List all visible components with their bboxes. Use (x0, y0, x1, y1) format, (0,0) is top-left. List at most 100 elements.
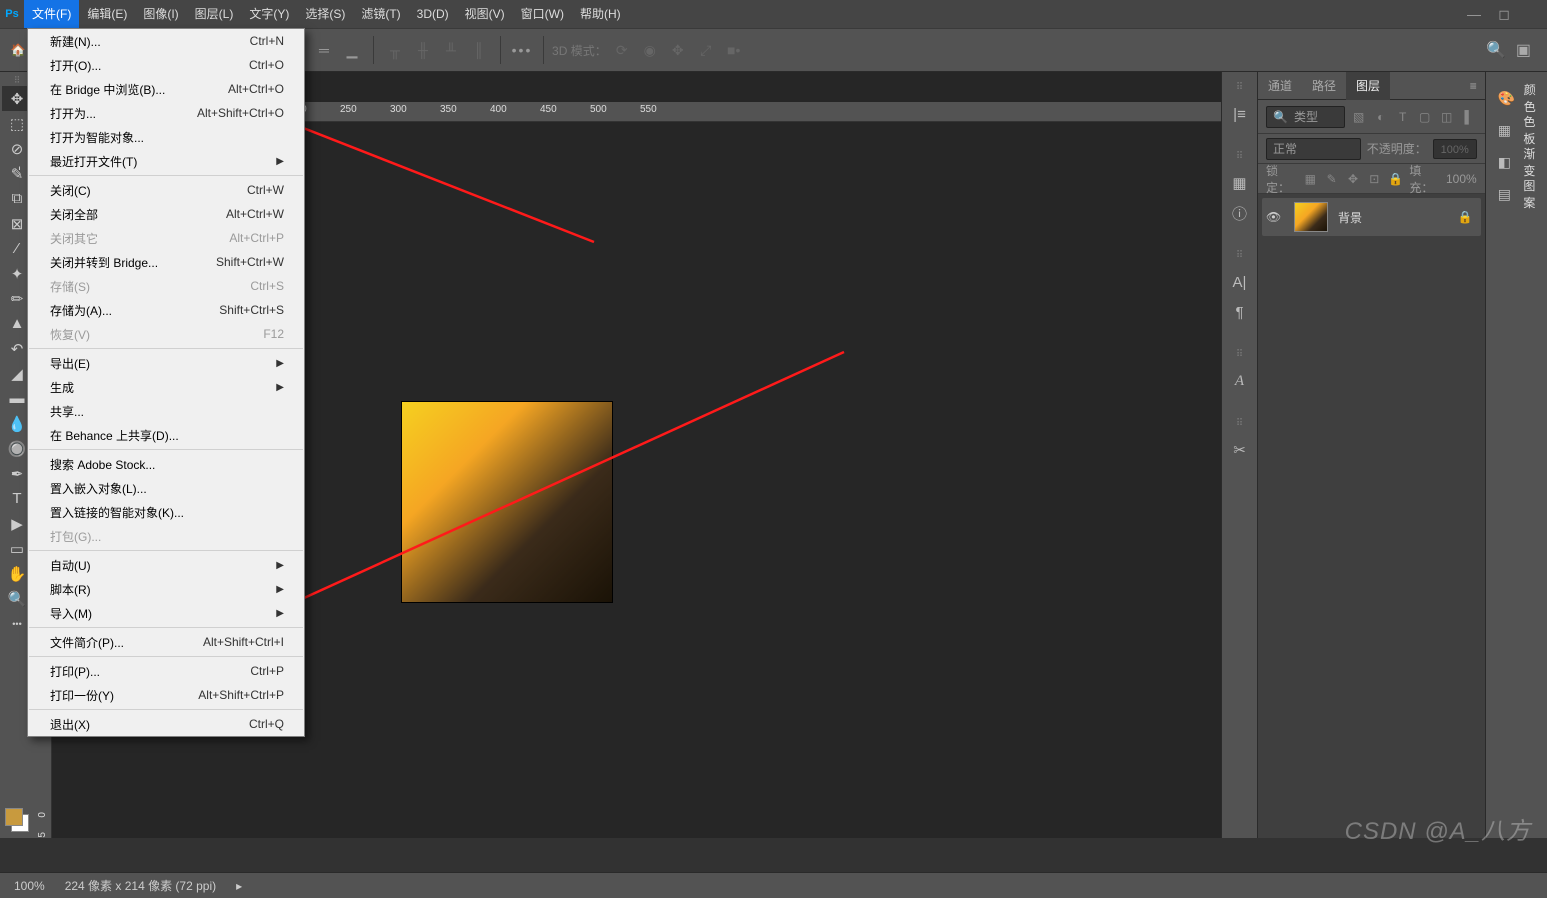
tab-layers[interactable]: 图层 (1346, 72, 1390, 100)
layer-row[interactable]: 👁 背景 🔒 (1262, 198, 1481, 236)
maximize-button[interactable]: ◻ (1489, 6, 1519, 23)
menu-item[interactable]: 打开为...Alt+Shift+Ctrl+O (28, 101, 304, 125)
menu-item[interactable]: 新建(N)...Ctrl+N (28, 29, 304, 53)
menu-item[interactable]: 关闭(C)Ctrl+W (28, 178, 304, 202)
orbit-3d-icon[interactable]: ⟳ (609, 37, 635, 63)
align-bottom-icon[interactable]: ▁ (339, 37, 365, 63)
lock-paint-icon[interactable]: ✎ (1324, 172, 1339, 186)
blend-mode-select[interactable]: 正常 (1266, 138, 1361, 160)
fill-input[interactable]: 100% (1446, 172, 1477, 186)
search-icon[interactable]: 🔍 (1486, 40, 1506, 60)
menu-item[interactable]: 自动(U)▶ (28, 553, 304, 577)
zoom-3d-icon[interactable]: ■• (721, 37, 747, 63)
menu-item[interactable]: 打开为智能对象... (28, 125, 304, 149)
more-icon[interactable]: ••• (509, 37, 535, 63)
adjustments-icon[interactable]: ▦ (1225, 168, 1255, 198)
distribute-vcenter-icon[interactable]: ╫ (410, 37, 436, 63)
info-icon[interactable]: ⓘ (1225, 198, 1255, 228)
tab-paths[interactable]: 路径 (1302, 72, 1346, 100)
gradient-panel-button[interactable]: ◧渐变 (1486, 146, 1547, 178)
minimize-button[interactable]: — (1459, 6, 1489, 23)
menu-item[interactable]: 置入嵌入对象(L)... (28, 476, 304, 500)
filter-smart-icon[interactable]: ◫ (1439, 110, 1455, 124)
pan-3d-icon[interactable]: ✥ (665, 37, 691, 63)
swatches-panel-button[interactable]: ▦色板 (1486, 114, 1547, 146)
lock-transparency-icon[interactable]: ▦ (1303, 172, 1318, 186)
paragraph-icon[interactable]: ¶ (1225, 297, 1255, 327)
layer-thumbnail[interactable] (1294, 202, 1328, 232)
menu-item[interactable]: 关闭并转到 Bridge...Shift+Ctrl+W (28, 250, 304, 274)
lock-all-icon[interactable]: 🔒 (1388, 172, 1403, 186)
color-swatch[interactable] (3, 806, 31, 834)
menu-item[interactable]: 打印(P)...Ctrl+P (28, 659, 304, 683)
opacity-input[interactable]: 100% (1433, 139, 1477, 159)
layer-filter-select[interactable]: 🔍 类型 (1266, 106, 1345, 128)
menu-item: 存储(S)Ctrl+S (28, 274, 304, 298)
spacer (1519, 6, 1547, 23)
visibility-icon[interactable]: 👁 (1266, 210, 1284, 224)
distribute-top-icon[interactable]: ╥ (382, 37, 408, 63)
canvas-document[interactable] (402, 402, 612, 602)
layer-name[interactable]: 背景 (1338, 209, 1448, 226)
menu-help[interactable]: 帮助(H) (572, 0, 629, 28)
color-panel-button[interactable]: 🎨颜色 (1486, 82, 1547, 114)
filter-adjust-icon[interactable]: ◐ (1373, 110, 1389, 124)
menu-item[interactable]: 在 Behance 上共享(D)... (28, 423, 304, 447)
menu-item[interactable]: 在 Bridge 中浏览(B)...Alt+Ctrl+O (28, 77, 304, 101)
lock-position-icon[interactable]: ✥ (1345, 172, 1360, 186)
menu-layer[interactable]: 图层(L) (187, 0, 242, 28)
filter-toggle-icon[interactable]: ▌ (1461, 110, 1477, 124)
menu-item[interactable]: 共享... (28, 399, 304, 423)
workspace-icon[interactable]: ▣ (1516, 40, 1531, 60)
layer-filter-row: 🔍 类型 ▧ ◐ T ▢ ◫ ▌ (1258, 100, 1485, 134)
menu-window[interactable]: 窗口(W) (513, 0, 572, 28)
filter-shape-icon[interactable]: ▢ (1417, 110, 1433, 124)
menu-type[interactable]: 文字(Y) (241, 0, 297, 28)
lock-row: 锁定： ▦ ✎ ✥ ⊡ 🔒 填充： 100% (1258, 164, 1485, 194)
tab-channels[interactable]: 通道 (1258, 72, 1302, 100)
distribute-h-icon[interactable]: ║ (466, 37, 492, 63)
menu-select[interactable]: 选择(S) (297, 0, 353, 28)
menu-file[interactable]: 文件(F) (24, 0, 79, 28)
layer-list: 👁 背景 🔒 (1258, 194, 1485, 838)
menu-item[interactable]: 脚本(R)▶ (28, 577, 304, 601)
menu-item[interactable]: 最近打开文件(T)▶ (28, 149, 304, 173)
menu-3d[interactable]: 3D(D) (409, 0, 457, 28)
menu-item[interactable]: 搜索 Adobe Stock... (28, 452, 304, 476)
menu-item[interactable]: 文件简介(P)...Alt+Shift+Ctrl+I (28, 630, 304, 654)
pattern-panel-button[interactable]: ▤图案 (1486, 178, 1547, 210)
zoom-level[interactable]: 100% (14, 879, 45, 893)
lock-artboard-icon[interactable]: ⊡ (1367, 172, 1382, 186)
character-icon[interactable]: A| (1225, 267, 1255, 297)
align-middle-icon[interactable]: ═ (311, 37, 337, 63)
foreground-color[interactable] (5, 808, 23, 826)
filter-type-icon[interactable]: T (1395, 110, 1411, 124)
menu-view[interactable]: 视图(V) (457, 0, 513, 28)
filter-pixel-icon[interactable]: ▧ (1351, 110, 1367, 124)
menu-item[interactable]: 打印一份(Y)Alt+Shift+Ctrl+P (28, 683, 304, 707)
menu-item[interactable]: 导入(M)▶ (28, 601, 304, 625)
blend-row: 正常 不透明度： 100% (1258, 134, 1485, 164)
menu-image[interactable]: 图像(I) (135, 0, 186, 28)
slide-3d-icon[interactable]: ⤢ (693, 37, 719, 63)
menu-edit[interactable]: 编辑(E) (79, 0, 135, 28)
glyphs-icon[interactable]: A (1225, 366, 1255, 396)
menu-item[interactable]: 关闭全部Alt+Ctrl+W (28, 202, 304, 226)
menu-filter[interactable]: 滤镜(T) (353, 0, 408, 28)
lock-icon[interactable]: 🔒 (1458, 210, 1473, 224)
panel-menu-icon[interactable]: ≡ (1462, 79, 1485, 93)
properties-icon[interactable]: |≡ (1225, 99, 1255, 129)
distribute-bottom-icon[interactable]: ╨ (438, 37, 464, 63)
menu-item[interactable]: 置入链接的智能对象(K)... (28, 500, 304, 524)
grip-icon: ⠿ (1236, 151, 1243, 162)
menu-item[interactable]: 生成▶ (28, 375, 304, 399)
tool-presets-icon[interactable]: ✂ (1225, 435, 1255, 465)
menu-item[interactable]: 退出(X)Ctrl+Q (28, 712, 304, 736)
menu-item[interactable]: 打开(O)...Ctrl+O (28, 53, 304, 77)
doc-info[interactable]: 224 像素 x 214 像素 (72 ppi) (65, 877, 216, 894)
status-arrow-icon[interactable]: ▸ (236, 879, 242, 893)
menu-item[interactable]: 导出(E)▶ (28, 351, 304, 375)
status-bar: 100% 224 像素 x 214 像素 (72 ppi) ▸ (0, 872, 1547, 898)
menu-item[interactable]: 存储为(A)...Shift+Ctrl+S (28, 298, 304, 322)
roll-3d-icon[interactable]: ◉ (637, 37, 663, 63)
